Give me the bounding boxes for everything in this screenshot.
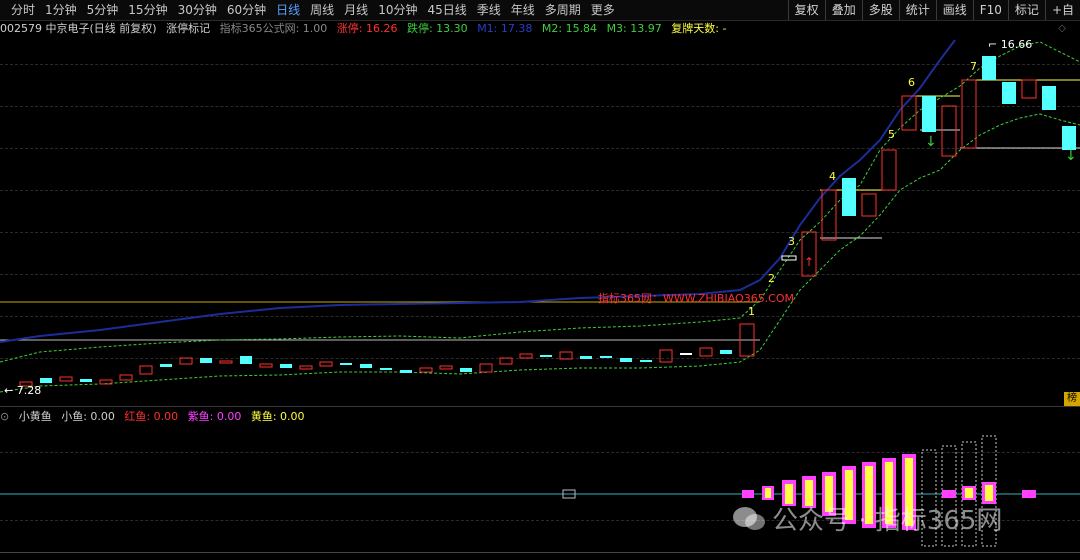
wave-label-1: 1 [748, 305, 755, 318]
wechat-icon [733, 507, 765, 530]
candle-down [160, 364, 172, 367]
rank-badge[interactable]: 榜 [1064, 392, 1080, 406]
wave-label-3: 3 [788, 235, 795, 248]
candle-flat [680, 353, 692, 355]
candle-down [600, 356, 612, 358]
candle-up [1021, 79, 1037, 99]
candle-up [519, 353, 533, 359]
candle-down [1062, 126, 1076, 150]
m1-line [0, 39, 956, 343]
candle-down [540, 355, 552, 357]
low-price-label: ← 7.28 [4, 384, 42, 397]
candle-down [640, 360, 652, 362]
watermark-text: 公众号 · 指标365网 [772, 506, 1003, 536]
candle-up [259, 363, 273, 368]
high-price-label: ⌐ 16.66 [988, 38, 1033, 51]
candle-down [460, 368, 472, 372]
small-fish-value: 小鱼: 0.00 [61, 410, 115, 423]
down-arrow-icon: ↓ [1065, 148, 1077, 164]
fish-bar [1022, 490, 1036, 498]
candle-down [720, 350, 732, 354]
candle-up [119, 374, 133, 381]
candle-up [439, 365, 453, 370]
kline-chart[interactable]: ↑ ↓ ↓ [0, 0, 1080, 559]
candle-up [559, 351, 573, 360]
candle-up [299, 365, 313, 370]
fish-bar [985, 485, 993, 501]
candle-up [419, 367, 433, 373]
sub-indicator-info: ⊙ 小黄鱼 小鱼: 0.00 红鱼: 0.00 紫鱼: 0.00 黄鱼: 0.0… [0, 409, 311, 425]
candle-up [219, 360, 233, 364]
candle-down [340, 363, 352, 365]
overlay-url-text: 指标365网：WWW.ZHIBIAO365.COM [598, 292, 795, 305]
candle-down [1042, 86, 1056, 110]
candle-down [200, 358, 212, 363]
candle-down [842, 178, 856, 216]
candle-up [821, 189, 837, 241]
wave-label-4: 4 [829, 170, 836, 183]
candle-down [922, 96, 936, 132]
candle-down [240, 356, 252, 364]
candle-up [961, 79, 977, 149]
candle-up [881, 149, 897, 191]
candle-up [861, 193, 877, 217]
candle-up [941, 105, 957, 157]
candle-up [659, 349, 673, 363]
candle-up [319, 361, 333, 367]
candle-up [479, 363, 493, 373]
candles [19, 56, 1076, 387]
pane-divider[interactable] [0, 406, 1080, 407]
candle-up [499, 357, 513, 365]
fish-bar [765, 488, 771, 498]
candle-down [80, 379, 92, 382]
red-fish-value: 红鱼: 0.00 [124, 410, 179, 423]
candle-up [139, 365, 153, 375]
candle-down [1002, 82, 1016, 104]
wave-label-7: 7 [970, 60, 977, 73]
fish-bar [942, 490, 956, 498]
m3-lower-line [0, 113, 1080, 393]
wave-label-5: 5 [888, 128, 895, 141]
candle-up [699, 347, 713, 357]
candle-down [580, 356, 592, 359]
candle-up [59, 376, 73, 382]
purple-fish-value: 紫鱼: 0.00 [187, 410, 242, 423]
candle-down [380, 368, 392, 370]
wave-label-2: 2 [768, 272, 775, 285]
candle-up [801, 231, 817, 277]
candle-down [280, 364, 292, 368]
down-arrow-icon: ↓ [925, 134, 937, 150]
candle-down [982, 56, 996, 80]
fish-bar [742, 490, 754, 498]
candle-down [360, 364, 372, 368]
fish-bar [965, 488, 973, 498]
wave-label-6: 6 [908, 76, 915, 89]
yellow-fish-value: 黄鱼: 0.00 [250, 410, 305, 423]
collapse-icon[interactable]: ⊙ [0, 410, 9, 423]
sub-indicator-title[interactable]: 小黄鱼 [19, 410, 52, 423]
candle-up [179, 357, 193, 365]
candle-down [400, 370, 412, 373]
up-arrow-icon: ↑ [804, 255, 814, 269]
candle-down [620, 358, 632, 362]
candle-down [40, 378, 52, 383]
